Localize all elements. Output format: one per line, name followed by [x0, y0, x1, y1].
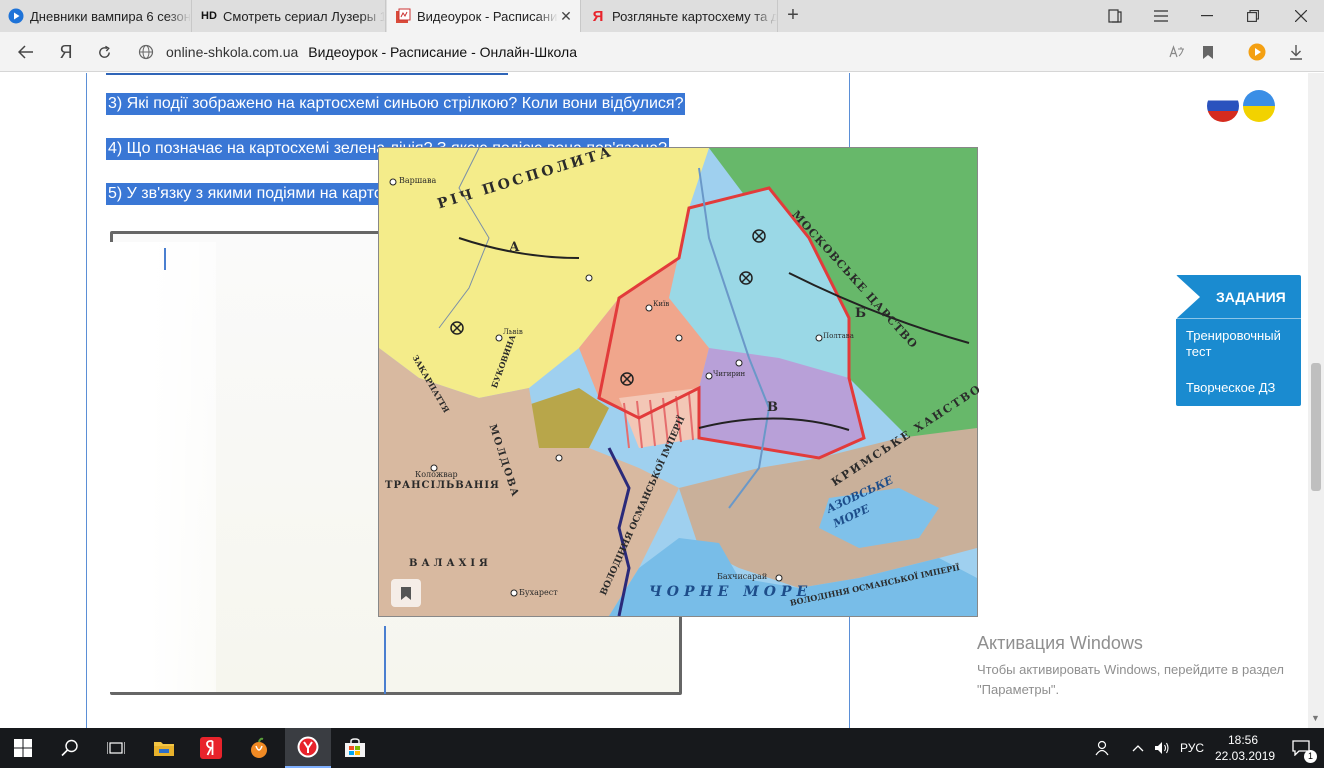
hd-badge-icon: HD — [201, 10, 217, 22]
activation-text: Чтобы активировать Windows, перейдите в … — [977, 662, 1284, 697]
tab-strip: Дневники вампира 6 сезон HD Смотреть сер… — [0, 0, 1324, 32]
activation-title: Активация Windows — [977, 633, 1143, 653]
notification-count-badge: 1 — [1304, 750, 1317, 763]
task-view-button[interactable] — [93, 728, 139, 768]
input-language-indicator[interactable]: РУС — [1180, 741, 1204, 755]
tab-title: Видеоурок - Расписание — [417, 8, 558, 24]
translate-icon[interactable] — [1166, 42, 1188, 62]
play-circle-icon — [8, 8, 24, 24]
windows-taskbar: РУС 18:56 22.03.2019 1 — [0, 728, 1324, 768]
yandex-browser-active-button[interactable] — [285, 728, 331, 768]
tab-title: Смотреть сериал Лузеры 1 — [223, 8, 385, 24]
start-button[interactable] — [0, 728, 46, 768]
yandex-browser-icon — [200, 737, 222, 759]
tab-losers-series[interactable]: HD Смотреть сериал Лузеры 1 — [193, 0, 386, 32]
tray-expand-icon[interactable] — [1126, 728, 1150, 768]
clock-date[interactable]: 22.03.2019 — [1215, 749, 1275, 763]
ukrainian-flag-icon[interactable] — [1243, 90, 1275, 122]
store-button[interactable] — [332, 728, 378, 768]
clock-time[interactable]: 18:56 — [1228, 733, 1258, 747]
tab-videourok[interactable]: Видеоурок - Расписание ✕ — [387, 0, 581, 32]
task-view-icon — [107, 742, 125, 754]
people-icon — [1095, 740, 1109, 756]
tab-vampire-diaries[interactable]: Дневники вампира 6 сезон — [0, 0, 192, 32]
language-switcher — [1207, 90, 1275, 122]
address-bar: Я online-shkola.com.ua Видеоурок - Распи… — [0, 32, 1324, 72]
minimize-icon[interactable] — [1184, 0, 1230, 32]
save-image-button[interactable] — [391, 579, 421, 607]
new-tab-button[interactable]: + — [781, 4, 805, 28]
url-domain: online-shkola.com.ua — [166, 44, 299, 60]
download-icon[interactable] — [1286, 42, 1306, 62]
url-page-title: Видеоурок - Расписание - Онлайн-Школа — [308, 44, 577, 60]
globe-icon — [138, 44, 154, 60]
worksheet-fade — [106, 242, 216, 692]
web-page: 3) Які події зображено на картосхемі син… — [0, 73, 1324, 728]
scroll-down-icon[interactable]: ▼ — [1311, 713, 1320, 723]
russian-flag-icon[interactable] — [1207, 90, 1239, 122]
windows-logo-icon — [14, 739, 32, 757]
selection-edge — [106, 73, 508, 75]
windows-activation-watermark: Активация Windows Чтобы активировать Win… — [977, 633, 1287, 700]
yandex-logo-icon[interactable]: Я — [54, 40, 78, 64]
store-bag-icon — [345, 738, 365, 757]
media-play-icon[interactable] — [1246, 42, 1268, 62]
tab-title: Розгляньте картосхему та д — [612, 8, 777, 24]
yandex-y-icon — [297, 736, 319, 758]
creative-homework-link[interactable]: Творческое ДЗ — [1186, 380, 1296, 396]
question-3: 3) Які події зображено на картосхемі син… — [106, 93, 686, 115]
tasks-panel: ЗАДАНИЯ Тренировочный тест Творческое ДЗ — [1176, 275, 1301, 406]
worksheet-mark — [164, 248, 166, 270]
volume-icon[interactable] — [1150, 728, 1174, 768]
notifications-button[interactable]: 1 — [1278, 728, 1324, 768]
close-tab-icon[interactable]: ✕ — [558, 8, 574, 25]
file-explorer-button[interactable] — [141, 728, 187, 768]
tasks-title[interactable]: ЗАДАНИЯ — [1216, 289, 1286, 305]
fruit-app-icon — [251, 737, 267, 758]
refresh-icon[interactable] — [92, 40, 116, 64]
folder-icon — [154, 742, 174, 756]
close-window-icon[interactable] — [1278, 0, 1324, 32]
page-scrollbar[interactable]: ▼ — [1308, 73, 1324, 728]
fl-studio-button[interactable] — [236, 728, 282, 768]
yandex-icon: Я — [592, 7, 604, 25]
page-icon — [395, 8, 411, 24]
bookmark-icon[interactable] — [1198, 42, 1218, 62]
training-test-link[interactable]: Тренировочный тест — [1186, 328, 1296, 360]
menu-icon[interactable] — [1138, 0, 1184, 32]
back-arrow-icon[interactable] — [14, 40, 38, 64]
bookmarks-panel-icon[interactable] — [1092, 0, 1138, 32]
tab-title: Дневники вампира 6 сезон — [30, 8, 191, 24]
question-5: 5) У зв'язку з якими подіями на картосхе… — [106, 183, 425, 205]
url-field[interactable]: online-shkola.com.ua Видеоурок - Расписа… — [138, 41, 577, 63]
search-icon — [61, 739, 78, 757]
people-button[interactable] — [1082, 728, 1122, 768]
historical-map-image[interactable]: РІЧ ПОСПОЛИТА МОСКОВСЬКЕ ЦАРСТВО КРИМСЬК… — [379, 144, 984, 616]
tab-kartoskhema[interactable]: Я Розгляньте картосхему та д — [582, 0, 778, 32]
worksheet-mark — [384, 626, 386, 694]
bookmark-icon — [401, 586, 411, 600]
search-button[interactable] — [47, 728, 93, 768]
yandex-taskbar-button[interactable] — [188, 728, 234, 768]
scrollbar-thumb[interactable] — [1311, 363, 1321, 491]
restore-icon[interactable] — [1230, 0, 1276, 32]
